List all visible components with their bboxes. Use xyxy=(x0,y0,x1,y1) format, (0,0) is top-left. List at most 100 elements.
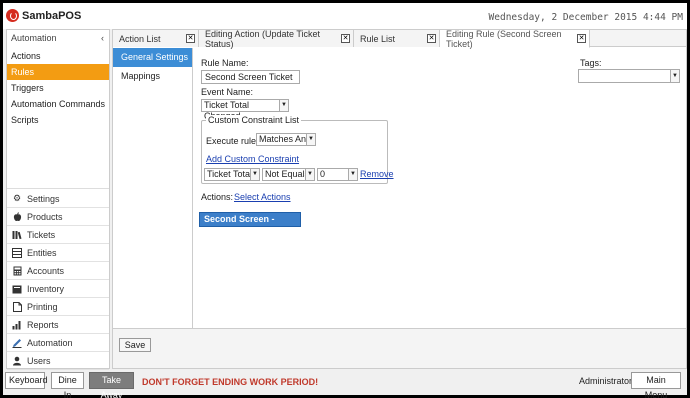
tab-label: Editing Rule (Second Screen Ticket) xyxy=(446,28,562,49)
chevron-left-icon[interactable]: ‹ xyxy=(101,33,109,43)
sidebar-item-actions[interactable]: Actions xyxy=(7,48,109,64)
status-bar: Keyboard Dine In Take Away DON'T FORGET … xyxy=(3,370,687,398)
sidebar: Automation ‹ Actions Rules Triggers Auto… xyxy=(6,29,110,370)
app-window: SambaPOS Wednesday, 2 December 2015 4:44… xyxy=(3,3,687,398)
custom-constraint-title: Custom Constraint List xyxy=(206,115,302,125)
tab-editing-action[interactable]: Editing Action (Update Ticket Status) ✕ xyxy=(199,29,354,49)
execute-rule-value: Matches Any xyxy=(259,134,311,144)
inventory-icon xyxy=(12,284,22,294)
nav-item-tickets[interactable]: Tickets xyxy=(7,226,109,244)
form-footer: Save xyxy=(113,328,686,368)
actions-label: Actions: xyxy=(201,192,234,202)
calculator-icon xyxy=(12,266,22,276)
sidebar-item-scripts[interactable]: Scripts xyxy=(7,112,109,128)
entities-icon xyxy=(12,247,22,258)
printer-icon xyxy=(12,301,22,312)
main-panel: Action List ✕ Editing Action (Update Tic… xyxy=(112,29,687,369)
constraint-value-input[interactable]: 0 ▼ xyxy=(317,168,358,181)
nav-item-label: Users xyxy=(27,355,51,366)
rule-form: Rule Name: Second Screen Ticket Tags: ▼ … xyxy=(199,48,684,328)
constraint-operator-select[interactable]: Not Equals ▼ xyxy=(262,168,315,181)
nav-item-label: Reports xyxy=(27,319,59,330)
nav-item-automation[interactable]: Automation xyxy=(7,334,109,352)
nav-item-printing[interactable]: Printing xyxy=(7,298,109,316)
nav-item-entities[interactable]: Entities xyxy=(7,244,109,262)
sidebar-item-rules[interactable]: Rules xyxy=(7,64,109,80)
pencil-icon xyxy=(12,338,22,348)
execute-rule-label: Execute rule if xyxy=(206,136,264,146)
nav-item-label: Inventory xyxy=(27,283,65,294)
nav-item-users[interactable]: Users xyxy=(7,352,109,370)
current-user: Administrator xyxy=(579,376,633,386)
close-icon[interactable]: ✕ xyxy=(341,34,350,43)
nav-item-label: Accounts xyxy=(27,265,65,276)
sidebar-item-triggers[interactable]: Triggers xyxy=(7,80,109,96)
chevron-down-icon[interactable]: ▼ xyxy=(670,70,679,82)
nav-item-label: Settings xyxy=(27,193,60,204)
constraint-operator-value: Not Equals xyxy=(265,169,310,179)
bar-chart-icon xyxy=(12,320,22,330)
sidebar-item-automation-commands[interactable]: Automation Commands xyxy=(7,96,109,112)
chevron-down-icon[interactable]: ▼ xyxy=(306,134,315,145)
close-icon[interactable]: ✕ xyxy=(577,34,586,43)
action-item[interactable]: Second Screen - Ticket xyxy=(199,212,301,237)
nav-item-inventory[interactable]: Inventory xyxy=(7,280,109,298)
close-icon[interactable]: ✕ xyxy=(427,34,436,43)
tab-label: Rule List xyxy=(360,33,396,44)
constraint-field-value: Ticket Total xyxy=(207,169,253,179)
chevron-down-icon[interactable]: ▼ xyxy=(250,169,259,180)
nav-item-label: Tickets xyxy=(27,229,56,240)
main-menu-button[interactable]: Main Menu xyxy=(631,372,681,398)
event-name-label: Event Name: xyxy=(201,87,254,97)
rule-name-label: Rule Name: xyxy=(201,58,249,68)
nav-item-label: Products xyxy=(27,211,63,222)
settings-tabs: General Settings Mappings xyxy=(113,48,193,328)
dine-in-button[interactable]: Dine In xyxy=(51,372,84,398)
app-logo: SambaPOS xyxy=(6,9,81,22)
constraint-field-select[interactable]: Ticket Total ▼ xyxy=(204,168,260,181)
nav-item-label: Automation xyxy=(27,337,73,348)
nav-item-products[interactable]: Products xyxy=(7,208,109,226)
work-period-warning: DON'T FORGET ENDING WORK PERIOD! xyxy=(142,377,319,387)
main-nav: ⚙ Settings Products Tickets Entities Acc… xyxy=(7,190,109,370)
automation-menu: Actions Rules Triggers Automation Comman… xyxy=(7,48,109,128)
tab-editing-rule[interactable]: Editing Rule (Second Screen Ticket) ✕ xyxy=(440,28,590,49)
rule-name-input[interactable]: Second Screen Ticket xyxy=(201,70,300,84)
take-away-button[interactable]: Take Away xyxy=(89,372,134,398)
sambapos-logo-icon xyxy=(6,9,19,22)
sidebar-divider xyxy=(7,188,109,189)
user-icon xyxy=(12,356,22,366)
nav-item-accounts[interactable]: Accounts xyxy=(7,262,109,280)
title-bar: SambaPOS Wednesday, 2 December 2015 4:44… xyxy=(3,3,687,29)
chevron-down-icon[interactable]: ▼ xyxy=(305,169,314,180)
event-name-select[interactable]: Ticket Total Changed ▼ xyxy=(201,99,289,121)
gear-icon: ⚙ xyxy=(12,193,22,203)
datetime-display: Wednesday, 2 December 2015 4:44 PM xyxy=(488,12,683,23)
keyboard-button[interactable]: Keyboard xyxy=(5,372,48,389)
tab-rule-list[interactable]: Rule List ✕ xyxy=(354,30,440,47)
custom-constraint-group: Custom Constraint List Execute rule if M… xyxy=(201,115,394,184)
remove-constraint-link[interactable]: Remove xyxy=(360,169,394,179)
constraint-value: 0 xyxy=(320,169,326,179)
select-actions-link[interactable]: Select Actions xyxy=(234,192,291,202)
apple-icon xyxy=(12,211,22,222)
sidebar-header[interactable]: Automation ‹ xyxy=(7,30,109,46)
tags-label: Tags: xyxy=(580,58,602,68)
tab-mappings[interactable]: Mappings xyxy=(113,67,192,86)
document-tabs: Action List ✕ Editing Action (Update Tic… xyxy=(113,28,686,49)
tags-select[interactable]: ▼ xyxy=(578,69,680,83)
sidebar-header-label: Automation xyxy=(11,33,57,43)
nav-item-label: Printing xyxy=(27,301,58,312)
tab-label: Action List xyxy=(119,33,161,44)
execute-rule-select[interactable]: Matches Any ▼ xyxy=(256,133,316,146)
app-name: SambaPOS xyxy=(22,9,82,22)
save-button[interactable]: Save xyxy=(119,338,151,352)
tab-action-list[interactable]: Action List ✕ xyxy=(113,30,199,47)
nav-item-settings[interactable]: ⚙ Settings xyxy=(7,190,109,208)
add-custom-constraint-link[interactable]: Add Custom Constraint xyxy=(206,154,299,164)
close-icon[interactable]: ✕ xyxy=(186,34,195,43)
tab-general-settings[interactable]: General Settings xyxy=(113,48,192,67)
chevron-down-icon[interactable]: ▼ xyxy=(279,100,288,111)
chevron-down-icon[interactable]: ▼ xyxy=(348,169,357,180)
nav-item-reports[interactable]: Reports xyxy=(7,316,109,334)
